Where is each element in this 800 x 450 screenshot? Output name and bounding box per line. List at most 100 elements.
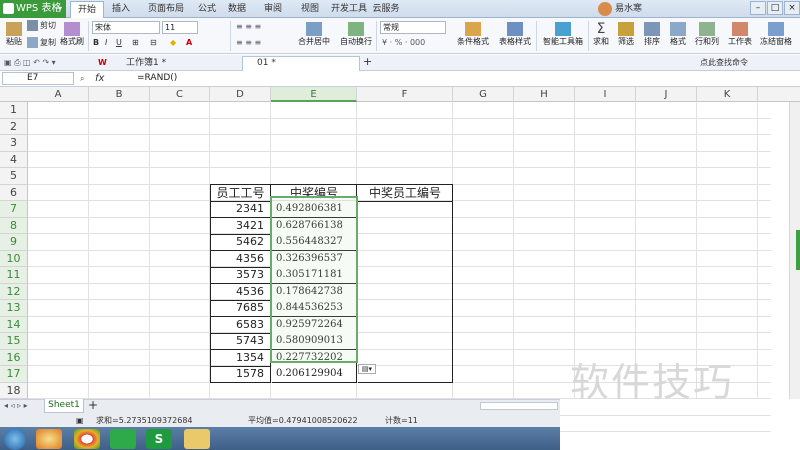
winner-id-cell[interactable] — [358, 333, 453, 350]
row-header-6[interactable]: 6 — [0, 184, 28, 201]
rand-value-cell[interactable]: 0.628766138 — [272, 217, 357, 235]
freeze-panes-button[interactable]: 冻结窗格 — [758, 20, 794, 47]
wechat-icon[interactable] — [110, 429, 136, 449]
merge-center-button[interactable]: 合并居中 — [296, 20, 332, 47]
table-header-cell[interactable]: 员工工号 — [211, 184, 271, 202]
user-account[interactable]: 易水寒 — [598, 1, 642, 17]
winner-id-cell[interactable] — [358, 283, 453, 301]
app-menu-button[interactable]: WPS 表格 ▾ — [0, 0, 66, 18]
menu-tab-8[interactable]: 开发工具 — [331, 0, 367, 18]
row-header-8[interactable]: 8 — [0, 217, 28, 234]
employee-id-cell[interactable]: 5743 — [211, 333, 271, 350]
column-header-H[interactable]: H — [514, 87, 575, 102]
row-header-12[interactable]: 12 — [0, 283, 28, 300]
row-header-4[interactable]: 4 — [0, 151, 28, 168]
employee-id-cell[interactable]: 1578 — [211, 366, 271, 383]
fx-icon[interactable]: fx — [95, 72, 104, 85]
winner-id-cell[interactable] — [358, 250, 453, 268]
borders-button[interactable]: ⊞ — [132, 37, 139, 49]
winner-id-cell[interactable] — [358, 267, 453, 284]
column-header-K[interactable]: K — [697, 87, 758, 102]
merge-cells-small-button[interactable]: ⊟ — [150, 37, 157, 49]
doc-tab-active[interactable]: 01 * — [242, 56, 360, 71]
row-header-5[interactable]: 5 — [0, 168, 28, 185]
maximize-button[interactable]: □ — [767, 1, 783, 15]
winner-id-cell[interactable] — [358, 201, 453, 218]
currency-format-button[interactable]: ¥ · % · 000 — [382, 37, 425, 49]
employee-id-cell[interactable]: 6583 — [211, 316, 271, 334]
row-header-11[interactable]: 11 — [0, 267, 28, 284]
row-header-13[interactable]: 13 — [0, 300, 28, 317]
sort-button[interactable]: 排序 — [640, 20, 664, 47]
number-format-select[interactable]: 常规 — [380, 21, 446, 34]
cut-button[interactable]: 剪切 — [27, 20, 56, 32]
quick-access-icons[interactable]: ▣ ⎙ ◫ ↶ ↷ ▾ — [4, 57, 56, 69]
menu-tab-3[interactable]: 页面布局 — [141, 0, 191, 18]
menu-tab-1[interactable]: 开始 — [70, 1, 104, 19]
row-header-15[interactable]: 15 — [0, 333, 28, 350]
menu-tab-2[interactable]: 插入 — [105, 0, 137, 18]
minimize-button[interactable]: – — [750, 1, 766, 15]
sum-button[interactable]: Σ 求和 — [590, 20, 612, 47]
table-header-cell[interactable]: 中奖员工编号 — [358, 184, 453, 202]
font-name-select[interactable]: 宋体 — [92, 21, 160, 34]
rand-value-cell[interactable]: 0.844536253 — [272, 300, 357, 317]
rand-value-cell[interactable]: 0.178642738 — [272, 283, 357, 301]
rand-value-cell[interactable]: 0.492806381 — [272, 201, 357, 218]
zoom-icon[interactable]: ⌕ — [80, 73, 84, 85]
employee-id-cell[interactable]: 2341 — [211, 201, 271, 218]
column-header-I[interactable]: I — [575, 87, 636, 102]
winner-id-cell[interactable] — [358, 234, 453, 251]
align-top-icon[interactable]: ≡ ≡ ≡ — [236, 21, 261, 33]
doc-tab[interactable]: 工作簿1 * — [112, 56, 236, 71]
rand-value-cell[interactable]: 0.206129904 — [272, 366, 357, 383]
column-header-J[interactable]: J — [636, 87, 697, 102]
bold-button[interactable]: B — [93, 37, 99, 49]
worksheet-button[interactable]: 工作表 — [724, 20, 756, 47]
column-header-D[interactable]: D — [210, 87, 271, 102]
font-size-select[interactable]: 11 — [162, 21, 198, 34]
row-header-17[interactable]: 17 — [0, 366, 28, 383]
table-style-button[interactable]: 表格样式 — [496, 20, 534, 47]
menu-tab-6[interactable]: 审阅 — [257, 0, 289, 18]
winner-id-cell[interactable] — [358, 300, 453, 317]
column-header-B[interactable]: B — [89, 87, 150, 102]
wps-spreadsheet-taskbar-icon[interactable]: S — [146, 429, 172, 449]
row-header-16[interactable]: 16 — [0, 349, 28, 366]
formula-input[interactable]: =RAND() — [137, 72, 177, 85]
row-header-3[interactable]: 3 — [0, 135, 28, 152]
windows-flag-icon[interactable] — [36, 429, 62, 449]
employee-id-cell[interactable]: 1354 — [211, 349, 271, 367]
close-button[interactable]: × — [784, 1, 800, 15]
row-header-9[interactable]: 9 — [0, 234, 28, 251]
rand-value-cell[interactable]: 0.326396537 — [272, 250, 357, 268]
sheet-nav-arrows[interactable]: ◂ ◃ ▹ ▸ — [4, 400, 28, 412]
rand-value-cell[interactable]: 0.556448327 — [272, 234, 357, 251]
menu-tab-4[interactable]: 公式 — [195, 0, 219, 18]
horizontal-scrollbar[interactable] — [480, 402, 558, 410]
italic-button[interactable]: I — [105, 37, 107, 49]
start-button-icon[interactable] — [4, 428, 26, 450]
rand-value-cell[interactable]: 0.305171181 — [272, 267, 357, 284]
winner-id-cell[interactable] — [358, 316, 453, 334]
rows-cols-button[interactable]: 行和列 — [692, 20, 722, 47]
rand-value-cell[interactable]: 0.227732202 — [272, 349, 357, 367]
column-header-C[interactable]: C — [150, 87, 210, 102]
row-header-2[interactable]: 2 — [0, 118, 28, 135]
paste-options-icon[interactable]: ▤▾ — [358, 364, 376, 374]
table-header-cell[interactable]: 中奖编号 — [272, 184, 357, 202]
align-left-icon[interactable]: ≡ ≡ ≡ — [236, 37, 261, 49]
wrap-text-button[interactable]: 自动换行 — [338, 20, 374, 47]
smart-toolbox-button[interactable]: 智能工具箱 — [540, 20, 586, 47]
chrome-icon[interactable] — [74, 429, 100, 449]
paste-button[interactable]: 粘贴 — [3, 20, 25, 47]
format-button[interactable]: 格式 — [666, 20, 690, 47]
side-panel-handle[interactable] — [796, 230, 800, 270]
employee-id-cell[interactable]: 4536 — [211, 283, 271, 301]
new-tab-button[interactable]: + — [363, 56, 372, 68]
winner-id-cell[interactable] — [358, 217, 453, 235]
command-search[interactable]: 点此查找命令 — [700, 57, 748, 68]
copy-button[interactable]: 复制 — [27, 37, 56, 49]
format-painter-button[interactable]: 格式刷 — [60, 20, 84, 47]
row-header-1[interactable]: 1 — [0, 102, 28, 119]
